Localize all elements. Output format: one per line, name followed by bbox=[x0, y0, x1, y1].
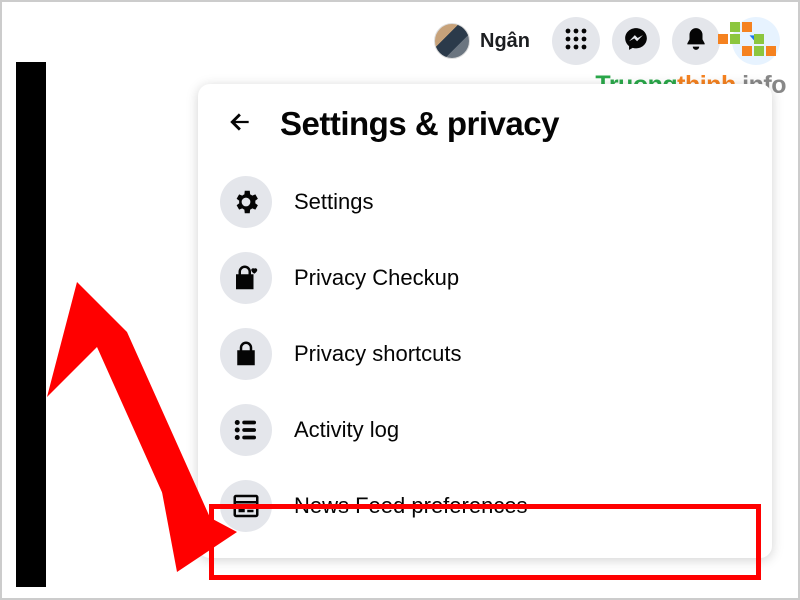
caret-down-icon bbox=[745, 28, 767, 55]
lock-icon bbox=[220, 328, 272, 380]
account-menu-button[interactable] bbox=[732, 17, 780, 65]
messenger-button[interactable] bbox=[612, 17, 660, 65]
profile-chip[interactable]: Ngân bbox=[424, 19, 540, 63]
back-button[interactable] bbox=[218, 102, 262, 146]
menu-item-settings[interactable]: Settings bbox=[208, 164, 762, 240]
menu-item-news-feed-preferences[interactable]: News Feed preferences bbox=[208, 468, 762, 544]
menu-item-label: Activity log bbox=[294, 417, 399, 443]
menu-item-label: Settings bbox=[294, 189, 374, 215]
notifications-button[interactable] bbox=[672, 17, 720, 65]
menu-item-label: Privacy Checkup bbox=[294, 265, 459, 291]
bell-icon bbox=[683, 26, 709, 57]
menu-item-privacy-checkup[interactable]: Privacy Checkup bbox=[208, 240, 762, 316]
list-icon bbox=[220, 404, 272, 456]
left-dark-strip bbox=[16, 62, 46, 587]
app-frame: Ngân bbox=[0, 0, 800, 600]
feed-icon bbox=[220, 480, 272, 532]
messenger-icon bbox=[623, 26, 649, 57]
menu-item-label: Privacy shortcuts bbox=[294, 341, 462, 367]
avatar bbox=[434, 23, 470, 59]
apps-button[interactable] bbox=[552, 17, 600, 65]
menu-item-privacy-shortcuts[interactable]: Privacy shortcuts bbox=[208, 316, 762, 392]
panel-title: Settings & privacy bbox=[280, 105, 559, 143]
settings-privacy-panel: Settings & privacy Settings Privacy Chec… bbox=[198, 84, 772, 558]
profile-name: Ngân bbox=[480, 30, 530, 53]
gear-icon bbox=[220, 176, 272, 228]
menu-item-label: News Feed preferences bbox=[294, 493, 528, 519]
top-bar: Ngân bbox=[424, 16, 780, 66]
panel-header: Settings & privacy bbox=[208, 96, 762, 164]
grid-icon bbox=[564, 27, 588, 56]
menu-item-activity-log[interactable]: Activity log bbox=[208, 392, 762, 468]
lock-heart-icon bbox=[220, 252, 272, 304]
arrow-left-icon bbox=[227, 109, 253, 140]
